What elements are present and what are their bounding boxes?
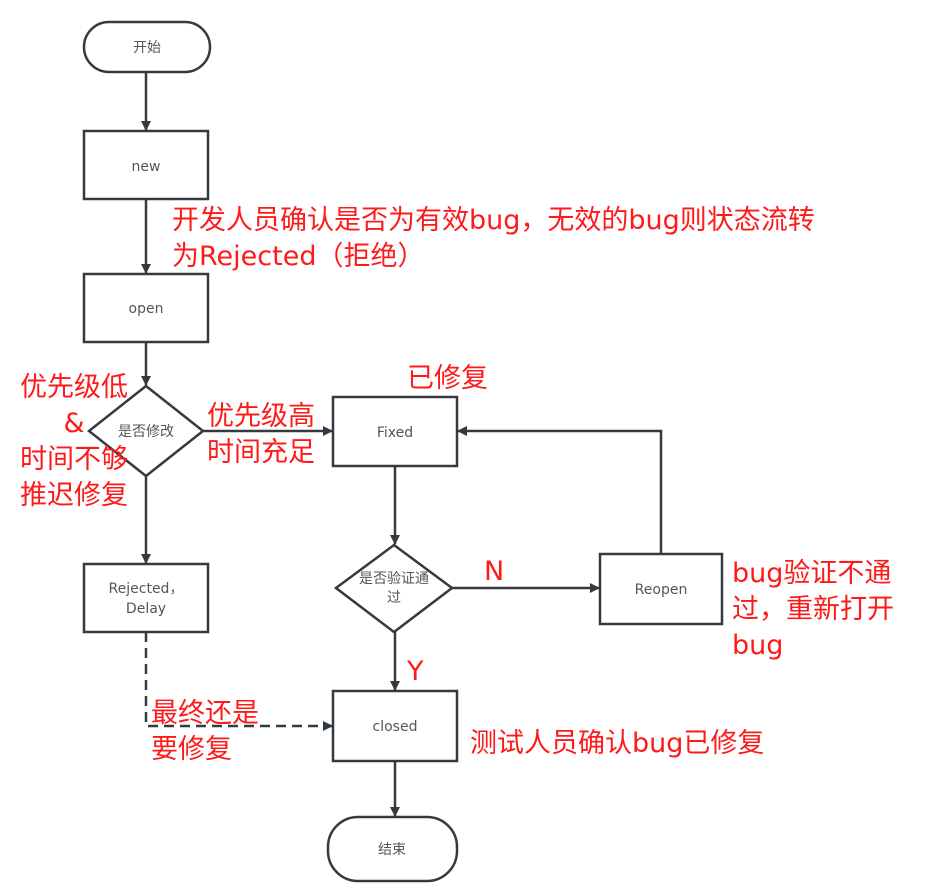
node-reopen-label: Reopen bbox=[635, 582, 688, 598]
annotation-low-priority-line3: 时间不够 bbox=[20, 444, 128, 475]
annotation-yes-text: Y bbox=[407, 656, 424, 687]
annotation-eventually-fix-line2: 要修复 bbox=[151, 734, 232, 765]
node-rejected-delay[interactable]: Rejected， Delay bbox=[82, 562, 210, 634]
node-rejected-label-line1: Rejected， bbox=[109, 581, 184, 597]
annotation-reopen-note: bug验证不通 过，重新打开 bug bbox=[732, 556, 894, 664]
node-open[interactable]: open bbox=[82, 272, 210, 344]
annotation-reopen-note-line3: bug bbox=[732, 630, 784, 661]
annotation-eventually-fix: 最终还是 要修复 bbox=[151, 696, 259, 768]
annotation-fixed-text: 已修复 bbox=[407, 363, 488, 394]
node-start-label: 开始 bbox=[133, 40, 161, 56]
node-closed[interactable]: closed bbox=[331, 689, 459, 763]
annotation-low-priority-line4: 推迟修复 bbox=[20, 480, 128, 511]
annotation-low-priority: 优先级低 & 时间不够 推迟修复 bbox=[10, 370, 138, 514]
decision-verify-label-line2: 过 bbox=[387, 590, 401, 606]
annotation-low-priority-line1: 优先级低 bbox=[20, 372, 128, 403]
annotation-high-priority: 优先级高 时间充足 bbox=[207, 399, 315, 471]
annotation-tester-confirm-text: 测试人员确认bug已修复 bbox=[470, 728, 765, 759]
annotation-reopen-note-line1: bug验证不通 bbox=[732, 558, 892, 589]
node-end-label: 结束 bbox=[378, 842, 406, 858]
node-reopen[interactable]: Reopen bbox=[598, 552, 724, 626]
node-rejected-label-line2: Delay bbox=[126, 601, 166, 617]
node-closed-label: closed bbox=[373, 719, 418, 735]
annotation-reopen-note-line2: 过，重新打开 bbox=[732, 594, 894, 625]
annotation-high-priority-line2: 时间充足 bbox=[207, 437, 315, 468]
annotation-high-priority-line1: 优先级高 bbox=[207, 401, 315, 432]
node-fixed-label: Fixed bbox=[377, 425, 413, 441]
annotation-dev-confirm-line2: 为Rejected（拒绝） bbox=[172, 241, 425, 272]
annotation-low-priority-line2: & bbox=[63, 408, 85, 439]
decision-verify-label-line1: 是否验证通 bbox=[359, 571, 429, 587]
node-start[interactable]: 开始 bbox=[82, 20, 212, 74]
annotation-no-text: N bbox=[484, 556, 505, 587]
annotation-fixed: 已修复 bbox=[407, 361, 488, 397]
edge-reopen-to-fixed bbox=[457, 426, 663, 554]
annotation-no: N bbox=[484, 554, 504, 590]
annotation-dev-confirm-line1: 开发人员确认是否为有效bug，无效的bug则状态流转 bbox=[172, 205, 815, 236]
decision-verify[interactable]: 是否验证通 过 bbox=[333, 543, 455, 634]
annotation-tester-confirm: 测试人员确认bug已修复 bbox=[470, 726, 764, 762]
annotation-eventually-fix-line1: 最终还是 bbox=[151, 698, 259, 729]
annotation-yes: Y bbox=[407, 654, 424, 690]
node-open-label: open bbox=[129, 301, 164, 317]
node-new-label: new bbox=[132, 159, 161, 175]
node-fixed[interactable]: Fixed bbox=[331, 395, 459, 468]
node-end[interactable]: 结束 bbox=[326, 815, 459, 883]
node-new[interactable]: new bbox=[82, 129, 210, 201]
annotation-dev-confirm: 开发人员确认是否为有效bug，无效的bug则状态流转 为Rejected（拒绝） bbox=[172, 203, 815, 275]
